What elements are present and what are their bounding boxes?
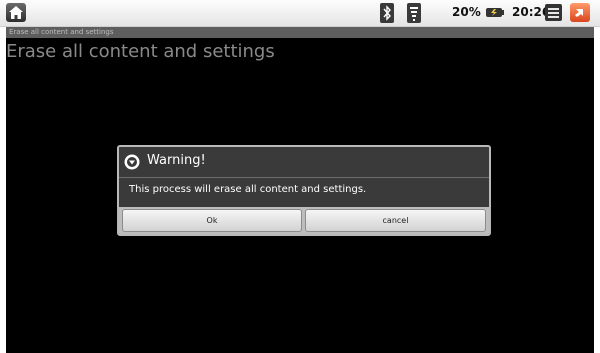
warning-icon bbox=[124, 154, 140, 170]
cancel-button[interactable]: cancel bbox=[305, 209, 486, 232]
tablet-screen: 20% 20:26 Erase all content and settings… bbox=[0, 0, 600, 353]
dialog-title: Warning! bbox=[147, 153, 206, 168]
app-window: Erase all content and settings Erase all… bbox=[6, 27, 594, 353]
dialog-button-bar: Ok cancel bbox=[119, 207, 489, 234]
dialog-message: This process will erase all content and … bbox=[129, 184, 367, 195]
wifi-icon bbox=[407, 3, 421, 23]
page-title: Erase all content and settings bbox=[6, 41, 275, 62]
dialog-header: Warning! bbox=[119, 147, 489, 178]
battery-percent: 20% bbox=[452, 5, 481, 19]
warning-dialog: Warning! This process will erase all con… bbox=[117, 145, 491, 236]
window-title-bar: Erase all content and settings bbox=[6, 27, 594, 38]
back-icon bbox=[575, 9, 583, 17]
home-icon bbox=[9, 6, 23, 19]
ok-button[interactable]: Ok bbox=[122, 209, 302, 232]
bluetooth-icon bbox=[380, 3, 394, 23]
status-bar: 20% 20:26 bbox=[0, 0, 600, 27]
menu-button[interactable] bbox=[545, 4, 562, 21]
back-button[interactable] bbox=[570, 3, 590, 22]
menu-icon bbox=[548, 8, 559, 10]
home-button[interactable] bbox=[6, 3, 26, 22]
battery-icon bbox=[485, 5, 505, 20]
